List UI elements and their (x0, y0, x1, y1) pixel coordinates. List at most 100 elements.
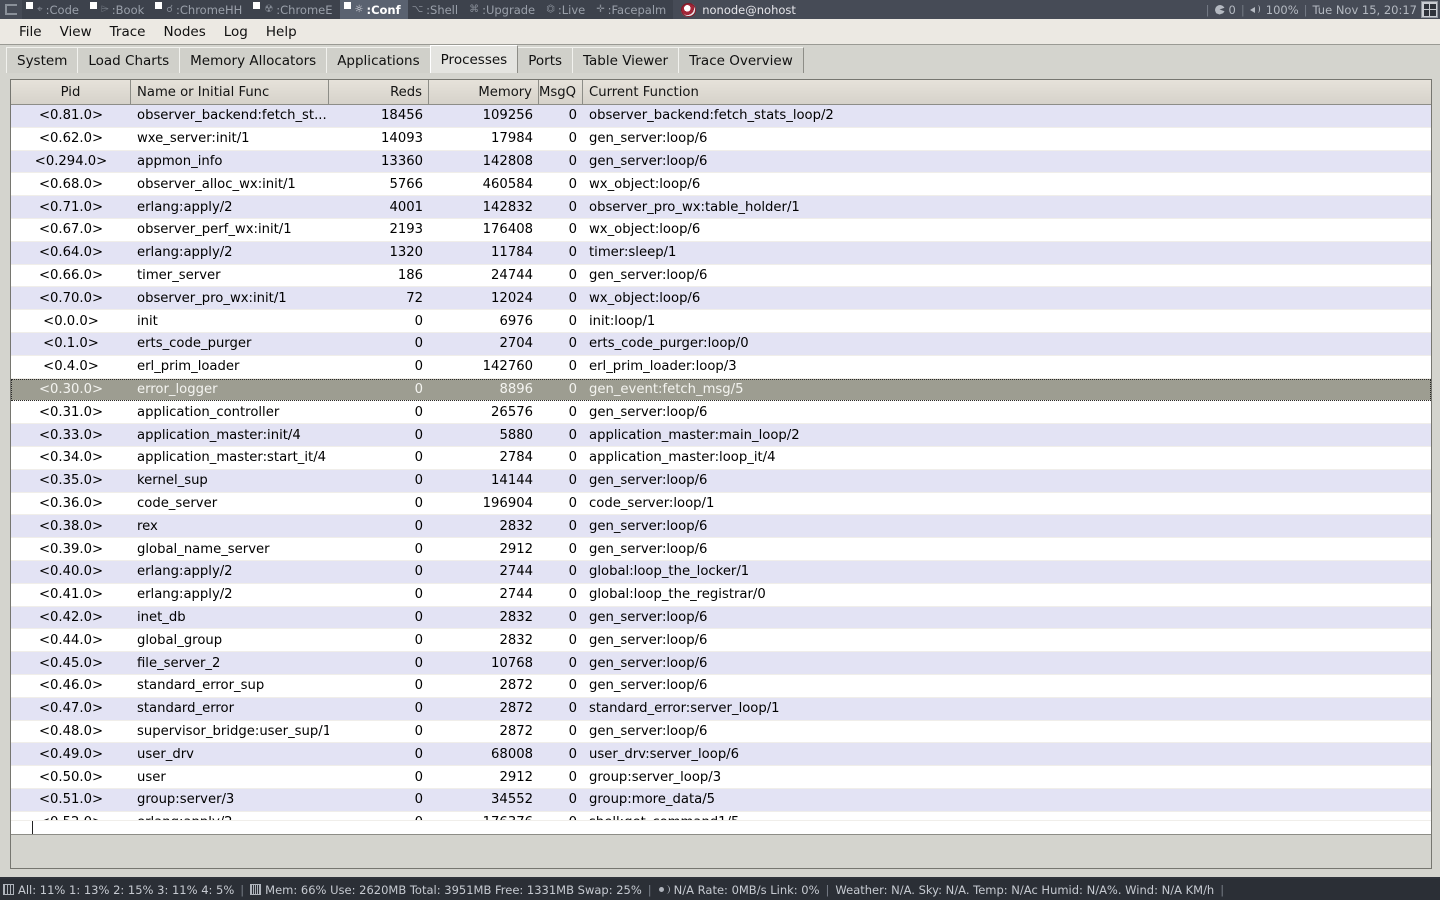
taskbar-item-upgrade[interactable]: ⌘:Upgrade (465, 0, 542, 19)
table-row[interactable]: <0.51.0> group:server/3 0 34552 0 group:more_… (11, 788, 1431, 812)
menu-item-view[interactable]: View (51, 22, 101, 42)
table-row[interactable]: <0.33.0> application_master:init/4 0 5880 0 a… (11, 424, 1431, 447)
menu-item-help[interactable]: Help (257, 22, 306, 42)
taskbar-item-chromee[interactable]: ☢:ChromeE (249, 0, 339, 19)
cell-mem: 68008 (491, 746, 533, 762)
table-row[interactable]: <0.35.0> kernel_sup 0 14144 0 gen_server:loop… (11, 469, 1431, 493)
cell-msgq: 0 (568, 518, 577, 534)
table-row[interactable]: <0.50.0> user 0 2912 0 group:server_loop/3 (11, 766, 1431, 789)
tab-trace-overview[interactable]: Trace Overview (678, 47, 804, 73)
table-row[interactable]: <0.46.0> standard_error_sup 0 2872 0 gen_serv… (11, 675, 1431, 698)
cell-mem: 176408 (482, 222, 533, 238)
table-row[interactable]: <0.40.0> erlang:apply/2 0 2744 0 global:loop_… (11, 560, 1431, 584)
cell-msgq: 0 (568, 564, 577, 580)
workspace-grid-icon[interactable] (1421, 1, 1438, 18)
cell-name: rex (137, 518, 158, 534)
pacman-icon (1214, 4, 1225, 15)
cell-msgq: 0 (568, 632, 577, 648)
cell-name: erlang:apply/2 (137, 564, 233, 580)
table-row[interactable]: <0.71.0> erlang:apply/2 4001 142832 0 observe… (11, 196, 1431, 219)
table-row[interactable]: <0.67.0> observer_perf_wx:init/1 2193 17640… (11, 219, 1431, 242)
table-row[interactable]: <0.36.0> code_server 0 196904 0 code_server:l… (11, 493, 1431, 516)
table-row[interactable]: <0.66.0> timer_server 186 24744 0 gen_server:… (11, 265, 1431, 288)
table-row[interactable]: <0.30.0> error_logger 0 8896 0 gen_event:fetc… (11, 378, 1431, 402)
menu-item-nodes[interactable]: Nodes (154, 22, 214, 42)
table-row[interactable]: <0.38.0> rex 0 2832 0 gen_server:loop/6 (11, 515, 1431, 539)
menu-item-log[interactable]: Log (215, 22, 257, 42)
table-row[interactable]: <0.0.0> init 0 6976 0 init:loop/1 (11, 310, 1431, 333)
cell-mem: 142832 (482, 199, 533, 215)
taskbar-item-conf[interactable]: ☼:Conf (339, 0, 408, 19)
cell-pid: <0.0.0> (43, 313, 99, 329)
table-row[interactable]: <0.294.0> appmon_info 13360 142808 0 gen_serv… (11, 150, 1431, 174)
cell-reds: 0 (414, 336, 423, 352)
volume-tray-item[interactable]: 100% (1249, 3, 1299, 17)
table-row[interactable]: <0.68.0> observer_alloc_wx:init/1 5766 4605… (11, 173, 1431, 197)
table-row[interactable]: <0.45.0> file_server_2 0 10768 0 gen_server:l… (11, 652, 1431, 675)
table-row[interactable]: <0.34.0> application_master:start_it/4 0 27… (11, 447, 1431, 470)
cell-name: group:server/3 (137, 792, 235, 808)
processes-grid: Pid Name or Initial Func Reds Memory MsgQ Cur… (10, 79, 1432, 869)
cell-func: global:loop_the_registrar/0 (589, 587, 766, 603)
table-row[interactable]: <0.31.0> application_controller 0 26576 0 gen… (11, 401, 1431, 425)
taskbar-item-facepalm[interactable]: ✛:Facepalm (592, 0, 673, 19)
column-header-reds[interactable]: Reds (329, 80, 429, 104)
table-row[interactable]: <0.42.0> inet_db 0 2832 0 gen_server:loop/6 (11, 606, 1431, 630)
column-header-func[interactable]: Current Function (583, 80, 1431, 104)
grid-body[interactable]: <0.81.0> observer_backend:fetch_st... 1845… (11, 105, 1431, 868)
table-row[interactable]: <0.44.0> global_group 0 2832 0 gen_server:loo… (11, 629, 1431, 653)
tray-divider: | (1205, 2, 1210, 17)
grid-partial-row (11, 820, 1431, 834)
cell-reds: 0 (414, 723, 423, 739)
clock[interactable]: Tue Nov 15, 20:17 (1313, 3, 1417, 17)
cell-mem: 12024 (491, 290, 533, 306)
table-row[interactable]: <0.1.0> erts_code_purger 0 2704 0 erts_code_p… (11, 332, 1431, 356)
tab-table-viewer[interactable]: Table Viewer (572, 47, 680, 73)
table-row[interactable]: <0.64.0> erlang:apply/2 1320 11784 0 timer:sl… (11, 241, 1431, 265)
column-header-msgq[interactable]: MsgQ (539, 80, 583, 104)
tab-processes[interactable]: Processes (429, 45, 519, 73)
tab-ports[interactable]: Ports (517, 47, 574, 73)
taskbar-item-code[interactable]: ⌖:Code (22, 0, 86, 19)
table-row[interactable]: <0.4.0> erl_prim_loader 0 142760 0 erl_prim_l… (11, 356, 1431, 379)
cell-name: global_name_server (137, 541, 270, 557)
menu-item-file[interactable]: File (10, 22, 51, 42)
cell-reds: 0 (414, 632, 423, 648)
taskbar-item-chromehh[interactable]: ☌:ChromeHH (151, 0, 249, 19)
taskbar-item-label: :Code (45, 2, 79, 17)
column-header-pid[interactable]: Pid (11, 80, 131, 104)
table-row[interactable]: <0.70.0> observer_pro_wx:init/1 72 12024 0 wx… (11, 287, 1431, 311)
taskbar-item-label: :ChromeHH (176, 2, 243, 17)
node-label: nonode@nohost (673, 2, 796, 17)
cell-name: file_server_2 (137, 655, 221, 671)
cell-msgq: 0 (568, 473, 577, 489)
window-stack-icon[interactable] (0, 0, 22, 19)
taskbar-item-live[interactable]: ⏣:Live (542, 0, 592, 19)
tab-system[interactable]: System (6, 47, 79, 73)
column-header-name[interactable]: Name or Initial Func (131, 80, 329, 104)
cell-mem: 2872 (499, 723, 533, 739)
table-row[interactable]: <0.48.0> supervisor_bridge:user_sup/1 0 287… (11, 721, 1431, 744)
menu-item-trace[interactable]: Trace (101, 22, 155, 42)
column-header-mem[interactable]: Memory (429, 80, 539, 104)
taskbar-item-book[interactable]: ⌲:Book (86, 0, 151, 19)
table-row[interactable]: <0.47.0> standard_error 0 2872 0 standard_err… (11, 697, 1431, 721)
taskbar-item-shell[interactable]: ⌥:Shell (408, 0, 465, 19)
cell-mem: 5880 (499, 427, 533, 443)
table-row[interactable]: <0.39.0> global_name_server 0 2912 0 gen_serv… (11, 538, 1431, 561)
tab-load-charts[interactable]: Load Charts (77, 47, 181, 73)
table-row[interactable]: <0.81.0> observer_backend:fetch_st... 1845… (11, 105, 1431, 128)
cell-reds: 0 (414, 541, 423, 557)
table-row[interactable]: <0.41.0> erlang:apply/2 0 2744 0 global:loop_… (11, 584, 1431, 607)
notifications-count: 0 (1228, 2, 1236, 17)
taskbar-item-label: :Shell (426, 2, 459, 17)
cell-func: code_server:loop/1 (589, 495, 715, 511)
tab-applications[interactable]: Applications (326, 47, 431, 73)
taskbar: ⌖:Code ⌲:Book ☌:ChromeHH ☢:ChromeE ☼:Conf ⌥:S… (22, 0, 674, 19)
table-row[interactable]: <0.62.0> wxe_server:init/1 14093 17984 0 gen_… (11, 128, 1431, 151)
table-row[interactable]: <0.49.0> user_drv 0 68008 0 user_drv:server_l… (11, 743, 1431, 767)
processes-panel: Pid Name or Initial Func Reds Memory MsgQ Cur… (0, 73, 1440, 877)
cell-name: appmon_info (137, 153, 223, 169)
tab-memory-allocators[interactable]: Memory Allocators (179, 47, 328, 73)
notifications-tray-item[interactable]: 0 (1214, 2, 1236, 17)
